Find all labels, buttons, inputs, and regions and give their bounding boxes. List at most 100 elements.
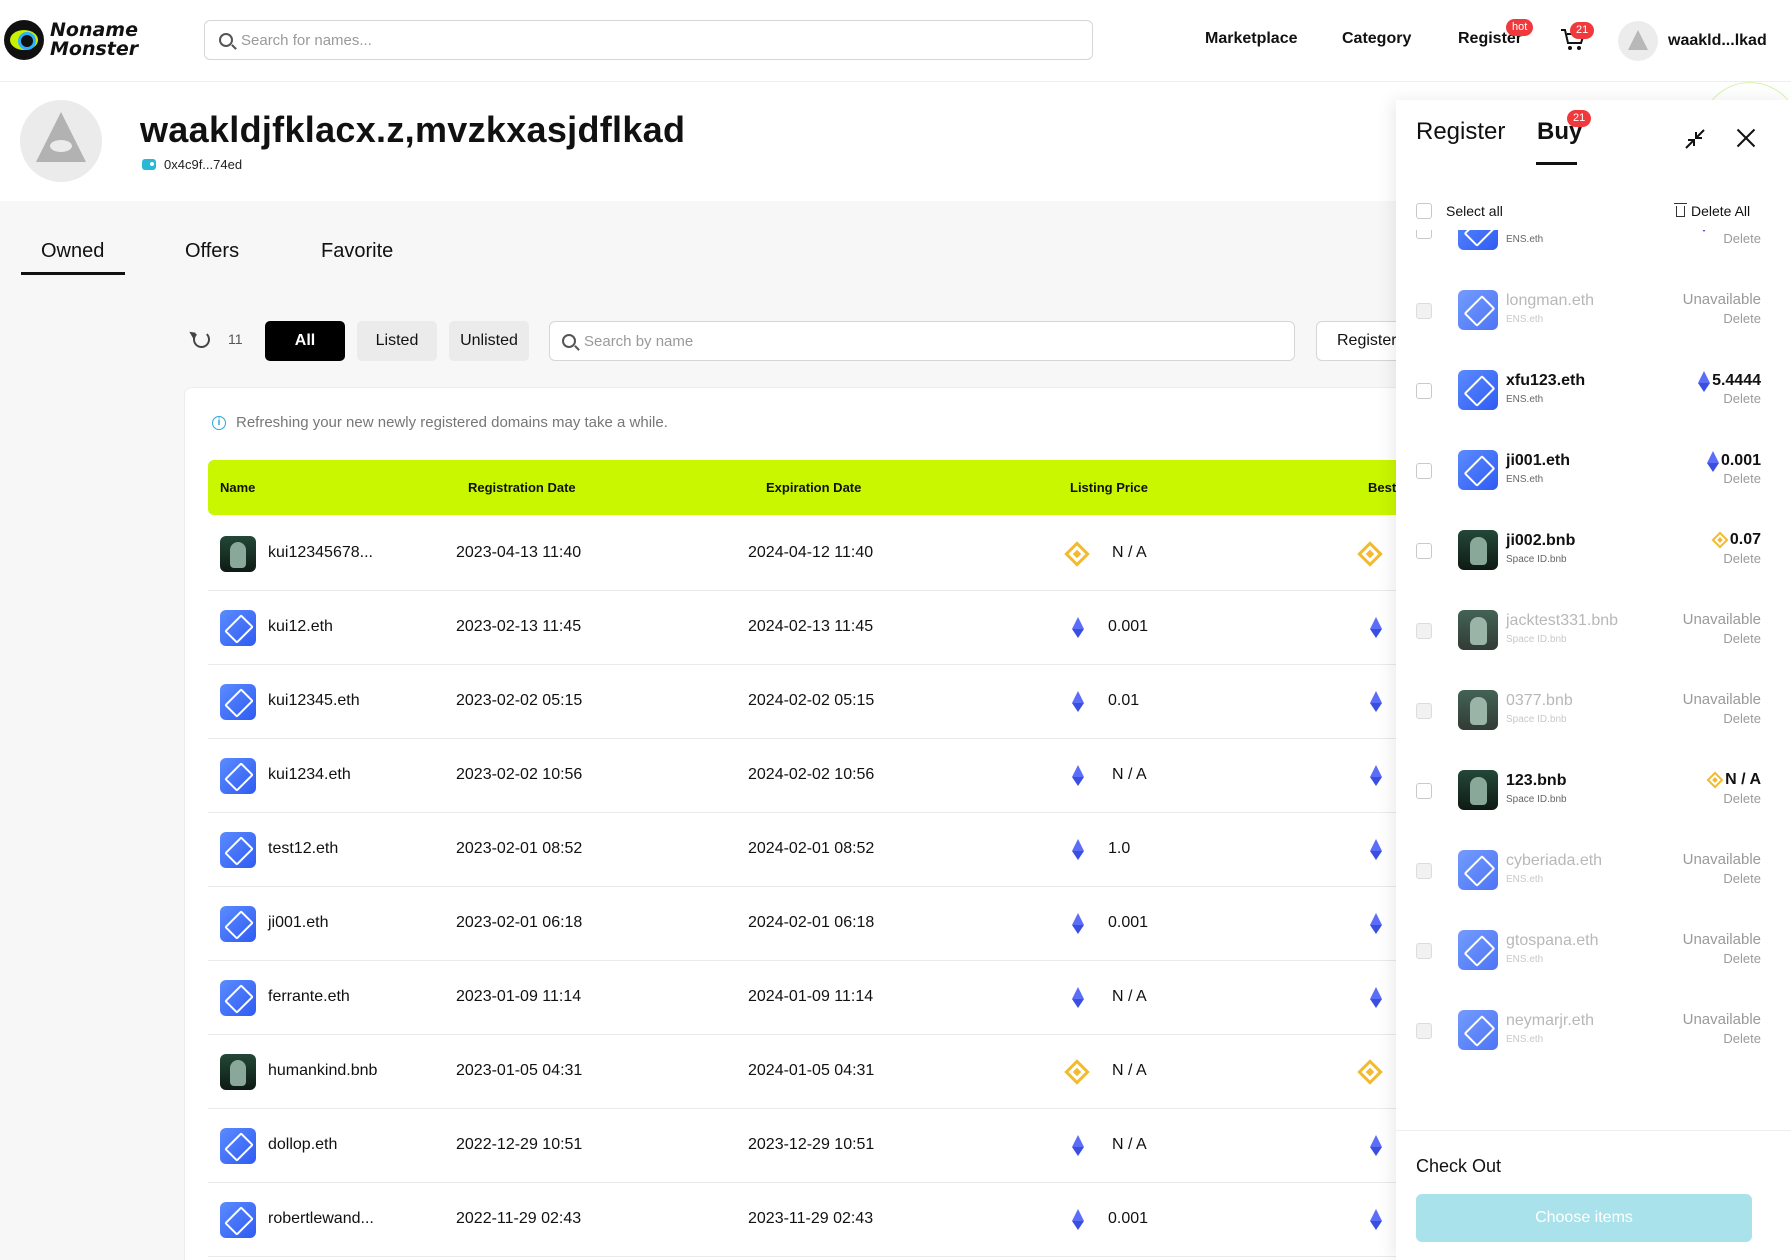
expiration-date: 2024-01-09 11:14 — [748, 988, 874, 1005]
table-row[interactable]: robertlewand... 2022-11-29 02:43 2023-11… — [208, 1183, 1408, 1257]
close-icon[interactable] — [1734, 126, 1758, 150]
space-id-icon — [220, 1054, 256, 1090]
cart-item[interactable]: jacktest331.bnb Space ID.bnb Unavailable… — [1396, 598, 1791, 678]
col-expiration-date[interactable]: Expiration Date — [766, 480, 861, 495]
item-delete-button[interactable]: Delete — [1723, 231, 1761, 246]
item-checkbox[interactable] — [1416, 783, 1432, 799]
cart-item[interactable]: ji001.eth ENS.eth 0.001 Delete — [1396, 438, 1791, 518]
eth-coin-icon — [1072, 839, 1084, 861]
item-status: Unavailable — [1682, 1011, 1761, 1028]
checkout-title: Check Out — [1416, 1156, 1502, 1176]
item-delete-button[interactable]: Delete — [1723, 871, 1761, 886]
select-all-checkbox[interactable] — [1416, 203, 1432, 219]
nav-category[interactable]: Category — [1342, 30, 1411, 48]
name-search-input[interactable] — [584, 332, 1294, 350]
choose-items-button[interactable]: Choose items — [1416, 1194, 1752, 1242]
logo[interactable]: Noname Monster — [4, 20, 138, 60]
item-delete-button[interactable]: Delete — [1723, 711, 1761, 726]
col-name[interactable]: Name — [220, 480, 255, 495]
cart-item[interactable]: humankind.eth ENS.eth 0.0002 Delete — [1396, 230, 1791, 278]
table-row[interactable]: kui12.eth 2023-02-13 11:45 2024-02-13 11… — [208, 591, 1408, 665]
listing-price: N / A — [1112, 544, 1147, 561]
tab-offers[interactable]: Offers — [185, 240, 239, 263]
cart-item[interactable]: 123.bnb Space ID.bnb N / A Delete — [1396, 758, 1791, 838]
item-delete-button[interactable]: Delete — [1723, 951, 1761, 966]
filter-unlisted-button[interactable]: Unlisted — [449, 321, 529, 361]
tab-favorite[interactable]: Favorite — [321, 240, 393, 263]
cart-item[interactable]: ji002.bnb Space ID.bnb 0.07 Delete — [1396, 518, 1791, 598]
item-status: Unavailable — [1682, 931, 1761, 948]
listing-price: 0.01 — [1108, 692, 1140, 709]
item-checkbox — [1416, 703, 1432, 719]
domain-name[interactable]: ji001.eth — [268, 914, 329, 932]
global-search[interactable] — [204, 20, 1093, 60]
item-checkbox[interactable] — [1416, 383, 1432, 399]
cart-item[interactable]: gtospana.eth ENS.eth Unavailable Delete — [1396, 918, 1791, 998]
panel-tab-register[interactable]: Register — [1416, 118, 1505, 146]
table-row[interactable]: kui1234.eth 2023-02-02 10:56 2024-02-02 … — [208, 739, 1408, 813]
select-all-label[interactable]: Select all — [1446, 203, 1503, 219]
tab-owned[interactable]: Owned — [41, 240, 104, 263]
domain-name[interactable]: humankind.bnb — [268, 1062, 377, 1080]
item-platform: Space ID.bnb — [1506, 794, 1567, 805]
domain-name[interactable]: robertlewand... — [268, 1210, 374, 1228]
table-row[interactable]: ji001.eth 2023-02-01 06:18 2024-02-01 06… — [208, 887, 1408, 961]
table-row[interactable]: test12.eth 2023-02-01 08:52 2024-02-01 0… — [208, 813, 1408, 887]
name-search[interactable] — [549, 321, 1295, 361]
cart-item[interactable]: 0377.bnb Space ID.bnb Unavailable Delete — [1396, 678, 1791, 758]
eth-coin-icon — [1072, 617, 1084, 639]
active-tab-indicator — [21, 272, 125, 275]
table-row[interactable]: kui12345678... 2023-04-13 11:40 2024-04-… — [208, 517, 1408, 591]
profile-avatar — [20, 100, 102, 182]
ens-icon — [220, 684, 256, 720]
space-id-icon — [1458, 770, 1498, 810]
domain-name[interactable]: dollop.eth — [268, 1136, 337, 1154]
expiration-date: 2023-11-29 02:43 — [748, 1210, 874, 1227]
global-search-input[interactable] — [241, 31, 1092, 49]
table-row[interactable]: ferrante.eth 2023-01-09 11:14 2024-01-09… — [208, 961, 1408, 1035]
table-row[interactable]: humankind.bnb 2023-01-05 04:31 2024-01-0… — [208, 1035, 1408, 1109]
filter-listed-button[interactable]: Listed — [357, 321, 437, 361]
item-price-value: 0.07 — [1729, 531, 1761, 548]
domain-name[interactable]: test12.eth — [268, 840, 338, 858]
item-status: Unavailable — [1682, 611, 1761, 628]
cart-item[interactable]: xfu123.eth ENS.eth 5.4444 Delete — [1396, 358, 1791, 438]
user-menu[interactable]: waakld...lkad — [1618, 21, 1767, 61]
cart-item[interactable]: longman.eth ENS.eth Unavailable Delete — [1396, 278, 1791, 358]
registration-date: 2023-01-09 11:14 — [456, 988, 582, 1005]
item-checkbox[interactable] — [1416, 230, 1432, 239]
domain-name[interactable]: kui12345678... — [268, 544, 373, 562]
item-delete-button[interactable]: Delete — [1723, 631, 1761, 646]
col-listing-price[interactable]: Listing Price — [1070, 480, 1148, 495]
cart-item[interactable]: cyberiada.eth ENS.eth Unavailable Delete — [1396, 838, 1791, 918]
search-icon — [219, 33, 233, 47]
wallet-address[interactable]: 0x4c9f...74ed — [142, 157, 242, 172]
table-row[interactable]: kui12345.eth 2023-02-02 05:15 2024-02-02… — [208, 665, 1408, 739]
profile-header: waakldjfklacx.z,mvzkxasjdflkad 0x4c9f...… — [0, 83, 1400, 201]
col-registration-date[interactable]: Registration Date — [468, 480, 576, 495]
domain-name[interactable]: kui12345.eth — [268, 692, 360, 710]
ens-icon — [220, 610, 256, 646]
item-delete-button[interactable]: Delete — [1723, 791, 1761, 806]
domain-name[interactable]: ferrante.eth — [268, 988, 350, 1006]
item-checkbox[interactable] — [1416, 543, 1432, 559]
nav-marketplace[interactable]: Marketplace — [1205, 30, 1298, 48]
item-delete-button[interactable]: Delete — [1723, 551, 1761, 566]
item-checkbox[interactable] — [1416, 463, 1432, 479]
collapse-icon[interactable] — [1684, 128, 1706, 150]
filter-all-button[interactable]: All — [265, 321, 345, 361]
listing-price: 0.001 — [1108, 914, 1149, 931]
col-best[interactable]: Best — [1368, 480, 1396, 495]
domain-name[interactable]: kui1234.eth — [268, 766, 351, 784]
cart-item[interactable]: neymarjr.eth ENS.eth Unavailable Delete — [1396, 998, 1791, 1078]
info-text: Refreshing your new newly registered dom… — [236, 414, 668, 431]
table-row[interactable]: dollop.eth 2022-12-29 10:51 2023-12-29 1… — [208, 1109, 1408, 1183]
item-delete-button[interactable]: Delete — [1723, 1031, 1761, 1046]
item-delete-button[interactable]: Delete — [1723, 471, 1761, 486]
item-delete-button[interactable]: Delete — [1723, 311, 1761, 326]
domain-name[interactable]: kui12.eth — [268, 618, 333, 636]
listing-price: N / A — [1112, 1062, 1147, 1079]
delete-all-button[interactable]: Delete All — [1674, 202, 1750, 219]
refresh-icon[interactable] — [193, 331, 210, 348]
item-delete-button[interactable]: Delete — [1723, 391, 1761, 406]
